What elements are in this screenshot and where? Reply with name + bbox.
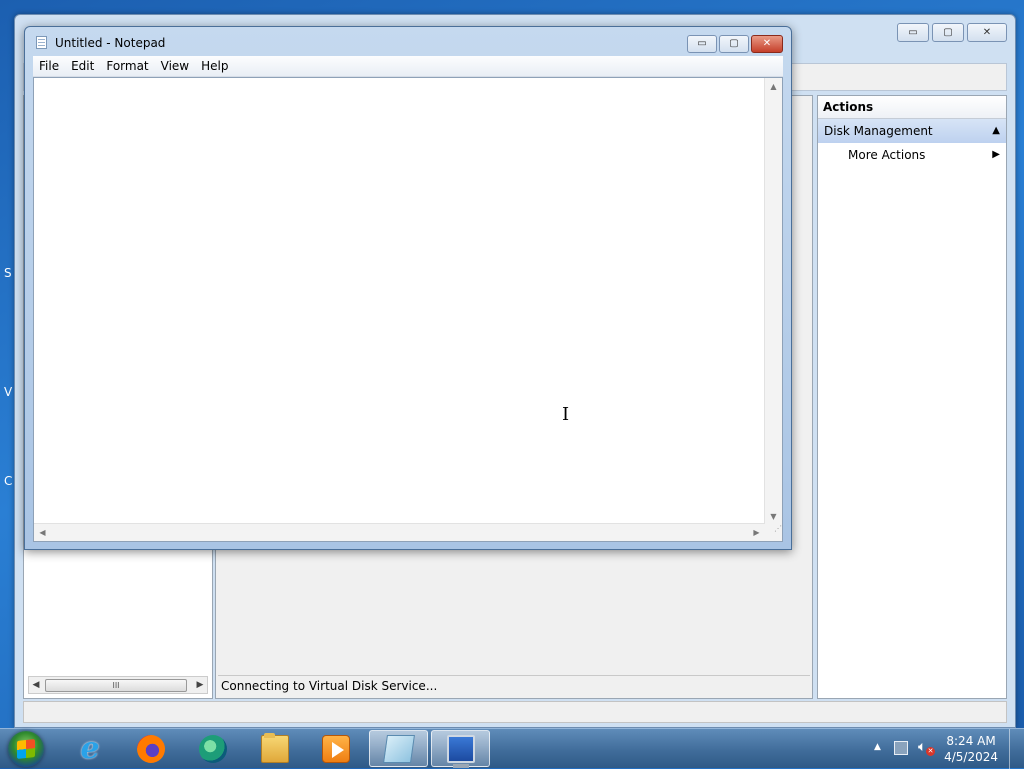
window-title: Untitled - Notepad: [55, 36, 166, 50]
show-hidden-icons-icon[interactable]: ▲: [874, 742, 881, 752]
actions-header: Actions: [818, 96, 1006, 119]
actions-section-disk-management[interactable]: Disk Management ▲: [818, 119, 1006, 143]
actions-section-label: Disk Management: [824, 124, 933, 138]
firefox-icon: [137, 734, 165, 763]
collapse-up-icon[interactable]: ▲: [992, 119, 1000, 143]
clock[interactable]: 8:24 AM 4/5/2024: [944, 733, 998, 765]
taskbar-edge[interactable]: [185, 730, 241, 767]
cm-caption-buttons: ▭ ▢ ✕: [897, 23, 1007, 42]
actions-pane: Actions Disk Management ▲ More Actions ▶: [817, 95, 1007, 699]
scroll-right-icon[interactable]: ▶: [193, 677, 207, 693]
desktop-icon-label: C: [4, 474, 13, 488]
maximize-button[interactable]: ▢: [719, 35, 749, 53]
system-tray: ▲ 🔈︎ ✕ 8:24 AM 4/5/2024: [864, 729, 1024, 769]
menu-help[interactable]: Help: [195, 56, 234, 76]
notepad-caption-buttons: ▭ ▢ ✕: [687, 35, 783, 53]
cm-minimize-button[interactable]: ▭: [897, 23, 929, 42]
start-button[interactable]: [8, 731, 44, 767]
windows-logo-icon: [17, 739, 35, 759]
desktop-icon-label: V: [4, 385, 13, 399]
edge-icon: [199, 734, 227, 763]
submenu-arrow-icon: ▶: [992, 149, 1000, 160]
cm-close-button[interactable]: ✕: [967, 23, 1007, 42]
taskbar-firefox[interactable]: [123, 730, 179, 767]
more-actions-item[interactable]: More Actions ▶: [818, 143, 1006, 167]
text-editor-area[interactable]: [34, 78, 765, 525]
taskbar-internet-explorer[interactable]: e: [62, 730, 118, 767]
scroll-left-icon[interactable]: ◀: [34, 524, 51, 541]
scroll-down-icon[interactable]: ▼: [765, 508, 782, 525]
computer-management-icon: [446, 734, 475, 768]
taskbar-file-explorer[interactable]: [247, 730, 303, 767]
status-text: Connecting to Virtual Disk Service...: [218, 675, 810, 696]
menu-edit[interactable]: Edit: [65, 56, 100, 76]
notepad-icon: [382, 734, 415, 763]
taskbar-notepad[interactable]: [369, 730, 428, 767]
close-button[interactable]: ✕: [751, 35, 783, 53]
tree-horizontal-scrollbar[interactable]: ◀ III ▶: [28, 676, 208, 694]
taskbar-computer-management[interactable]: [431, 730, 490, 768]
scroll-right-icon[interactable]: ▶: [748, 524, 765, 541]
resize-grip-icon[interactable]: ⋰: [765, 524, 782, 541]
more-actions-label: More Actions: [848, 148, 926, 162]
menu-format[interactable]: Format: [100, 56, 154, 76]
cm-maximize-button[interactable]: ▢: [932, 23, 964, 42]
scroll-thumb[interactable]: III: [45, 679, 187, 692]
cm-statusbar: [23, 701, 1007, 723]
notepad-window[interactable]: Untitled - Notepad ▭ ▢ ✕ File Edit Forma…: [24, 26, 792, 550]
media-player-icon: [322, 734, 350, 763]
horizontal-scrollbar[interactable]: ◀ ▶: [34, 523, 765, 541]
minimize-button[interactable]: ▭: [687, 35, 717, 53]
show-desktop-button[interactable]: [1009, 729, 1024, 769]
notepad-app-icon[interactable]: [36, 36, 47, 49]
taskbar-media-player[interactable]: [308, 730, 364, 767]
network-icon[interactable]: [894, 741, 908, 755]
menu-view[interactable]: View: [155, 56, 195, 76]
desktop-icon-label: S: [4, 266, 12, 280]
notepad-client: I ▲ ▼ ◀ ▶ ⋰: [33, 77, 783, 542]
muted-x-icon: ✕: [926, 747, 935, 756]
folder-icon: [261, 732, 289, 763]
clock-time: 8:24 AM: [946, 734, 996, 748]
notepad-titlebar[interactable]: Untitled - Notepad ▭ ▢ ✕: [25, 27, 791, 55]
scroll-up-icon[interactable]: ▲: [765, 78, 782, 95]
menu-bar: File Edit Format View Help: [33, 56, 783, 77]
vertical-scrollbar[interactable]: ▲ ▼: [764, 78, 782, 525]
scroll-left-icon[interactable]: ◀: [29, 677, 43, 693]
taskbar: e ▲ 🔈︎ ✕ 8:24 AM 4/5/2024: [0, 728, 1024, 769]
clock-date: 4/5/2024: [944, 750, 998, 764]
menu-file[interactable]: File: [33, 56, 65, 76]
text-cursor-icon: I: [562, 404, 570, 425]
ie-icon: e: [80, 730, 100, 766]
